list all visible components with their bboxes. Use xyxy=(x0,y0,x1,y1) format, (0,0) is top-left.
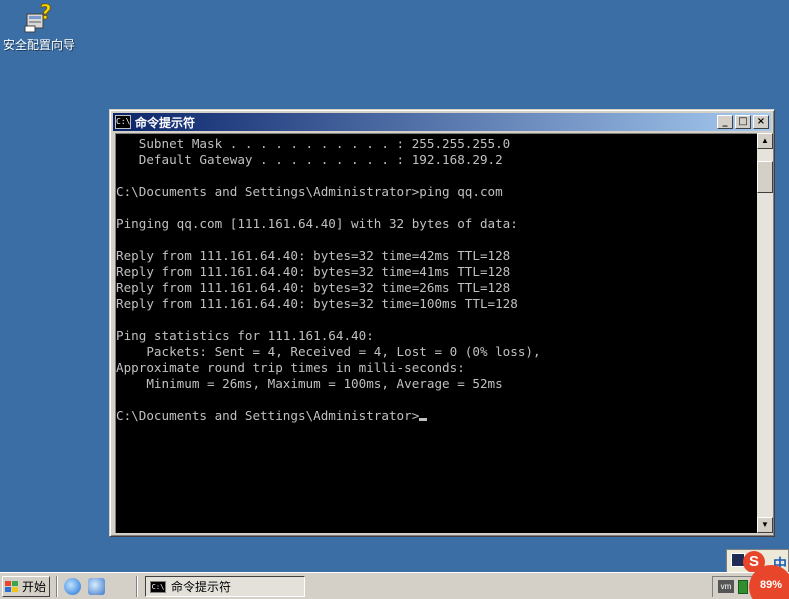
system-tray: vm 89% xyxy=(712,565,789,599)
scroll-thumb[interactable] xyxy=(757,161,773,193)
security-wizard-icon: ? xyxy=(23,0,55,34)
svg-text:?: ? xyxy=(40,2,52,24)
console-line: C:\Documents and Settings\Administrator>… xyxy=(116,184,503,199)
quick-launch-icon[interactable] xyxy=(88,578,105,595)
console-prompt: C:\Documents and Settings\Administrator> xyxy=(116,408,420,423)
vmware-tools-icon[interactable]: vm xyxy=(718,580,734,593)
maximize-button[interactable]: □ xyxy=(735,115,751,129)
desktop-icon-label: 安全配置向导 xyxy=(2,38,75,52)
cmd-icon[interactable]: C:\ xyxy=(115,115,131,129)
vertical-scrollbar[interactable]: ▲ ▼ xyxy=(757,133,773,533)
console-line: Pinging qq.com [111.161.64.40] with 32 b… xyxy=(116,216,518,231)
window-controls: _ □ × xyxy=(717,115,769,129)
taskbar-separator xyxy=(56,576,58,597)
taskbar: 开始 C:\ 命令提示符 vm 89% xyxy=(0,565,789,599)
console-line: Reply from 111.161.64.40: bytes=32 time=… xyxy=(116,296,518,311)
start-button[interactable]: 开始 xyxy=(2,576,50,597)
desktop-icon-security-wizard[interactable]: ? 安全配置向导 xyxy=(0,0,78,53)
console-line: Minimum = 26ms, Maximum = 100ms, Average… xyxy=(116,376,503,391)
window-title: 命令提示符 xyxy=(135,115,196,130)
console-line: Reply from 111.161.64.40: bytes=32 time=… xyxy=(116,264,511,279)
window-titlebar[interactable]: C:\ 命令提示符 _ □ × xyxy=(113,113,771,131)
console-line: Ping statistics for 111.161.64.40: xyxy=(116,328,374,343)
taskbar-item-label: 命令提示符 xyxy=(171,580,232,594)
console-output: Subnet Mask . . . . . . . . . . . : 255.… xyxy=(116,136,541,424)
console-line: Packets: Sent = 4, Received = 4, Lost = … xyxy=(116,344,541,359)
windows-flag-icon xyxy=(5,580,19,593)
console-line: Reply from 111.161.64.40: bytes=32 time=… xyxy=(116,280,511,295)
text-cursor xyxy=(419,418,428,421)
minimize-button[interactable]: _ xyxy=(717,115,733,129)
internet-explorer-icon[interactable] xyxy=(64,578,81,595)
taskbar-item-command-prompt[interactable]: C:\ 命令提示符 xyxy=(145,576,305,597)
network-icon[interactable] xyxy=(738,580,748,594)
console-line: Approximate round trip times in milli-se… xyxy=(116,360,465,375)
console-area[interactable]: Subnet Mask . . . . . . . . . . . : 255.… xyxy=(115,133,757,533)
close-button[interactable]: × xyxy=(753,115,769,129)
taskbar-separator xyxy=(136,576,138,597)
scroll-up-button[interactable]: ▲ xyxy=(757,133,773,149)
start-label: 开始 xyxy=(22,580,47,594)
scroll-down-button[interactable]: ▼ xyxy=(757,517,773,533)
command-prompt-window[interactable]: C:\ 命令提示符 _ □ × Subnet Mask . . . . . . … xyxy=(109,109,775,537)
console-line: Reply from 111.161.64.40: bytes=32 time=… xyxy=(116,248,511,263)
console-line: Subnet Mask . . . . . . . . . . . : 255.… xyxy=(116,136,511,151)
cmd-icon: C:\ xyxy=(150,580,166,593)
console-line: Default Gateway . . . . . . . . . : 192.… xyxy=(116,152,503,167)
performance-gauge-icon[interactable]: 89% xyxy=(749,565,789,599)
